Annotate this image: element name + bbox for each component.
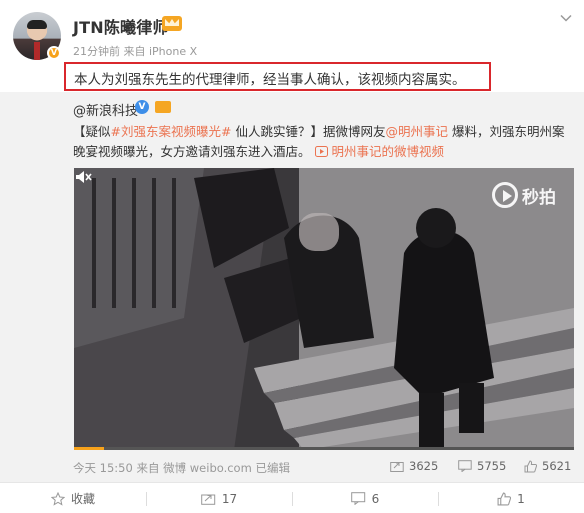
comment-button[interactable]: 6 [292, 483, 438, 513]
like-count: 5621 [542, 459, 572, 473]
hashtag-link[interactable]: #刘强东案视频曝光# [111, 124, 232, 139]
repost-author[interactable]: @新浪科技 [73, 100, 138, 119]
post-meta: 21分钟前 来自 iPhone X [73, 45, 198, 58]
miaopai-logo: 秒拍 [492, 182, 556, 208]
comment-count-button[interactable]: 5755 [458, 459, 506, 473]
chevron-down-icon[interactable] [560, 12, 572, 24]
like-count-button[interactable]: 5621 [524, 459, 571, 473]
avatar-hair [27, 20, 47, 29]
comment-count: 5755 [477, 459, 507, 473]
repost-count: 3625 [409, 459, 439, 473]
like-button-count: 1 [517, 491, 525, 506]
thumbs-up-icon [524, 459, 537, 472]
video-player[interactable]: 秒拍 [74, 168, 574, 450]
verified-badge-icon: V [47, 46, 61, 60]
repost-member-icon [155, 101, 171, 113]
play-icon [492, 182, 518, 208]
comment-button-count: 6 [371, 491, 380, 506]
author-name[interactable]: JTN陈曦律师 [73, 14, 169, 38]
action-bar: 收藏 17 6 1 [0, 482, 584, 513]
comment-icon [458, 460, 472, 472]
member-crown-icon[interactable] [162, 16, 182, 31]
favorite-label: 收藏 [70, 492, 95, 506]
video-logo-text: 秒拍 [522, 187, 556, 208]
repost-footer: 今天 15:50 来自 微博 weibo.com 已编辑 3625 5755 5… [0, 458, 584, 478]
avatar-tie [34, 42, 40, 60]
repost-time: 今天 15:50 来自 微博 weibo.com 已编辑 [73, 461, 290, 475]
video-progress-fill [74, 447, 104, 450]
post-text: 本人为刘强东先生的代理律师，经当事人确认，该视频内容属实。 [74, 72, 466, 88]
mention-link[interactable]: @明州事记 [385, 124, 448, 139]
video-link-icon [314, 146, 328, 157]
blue-verified-icon: V [135, 100, 149, 114]
thumbs-up-icon [497, 492, 512, 505]
repost-button[interactable]: 17 [146, 483, 292, 513]
video-link-label: 明州事记的微博视频 [331, 144, 444, 159]
video-frame [74, 168, 574, 450]
like-button[interactable]: 1 [438, 483, 584, 513]
repost-text-b: 仙人跳实锤？】据微博网友 [231, 124, 386, 139]
repost-icon [201, 494, 216, 505]
video-source-link[interactable]: 明州事记的微博视频 [314, 144, 444, 159]
favorite-button[interactable]: 收藏 [0, 483, 146, 513]
video-progress-bar[interactable] [74, 447, 574, 450]
star-icon [50, 491, 65, 506]
repost-button-count: 17 [221, 491, 238, 506]
repost-icon [390, 462, 404, 472]
repost-count-button[interactable]: 3625 [390, 459, 438, 473]
weibo-post: V JTN陈曦律师 21分钟前 来自 iPhone X 本人为刘强东先生的代理律… [0, 0, 584, 513]
repost-text-a: 【疑似 [73, 124, 111, 139]
reposted-weibo: @新浪科技 V 【疑似#刘强东案视频曝光# 仙人跳实锤？】据微博网友@明州事记 … [0, 92, 584, 482]
comment-icon [350, 492, 365, 505]
mute-icon[interactable] [74, 168, 92, 186]
repost-text: 【疑似#刘强东案视频曝光# 仙人跳实锤？】据微博网友@明州事记 爆料，刘强东明州… [73, 122, 573, 162]
